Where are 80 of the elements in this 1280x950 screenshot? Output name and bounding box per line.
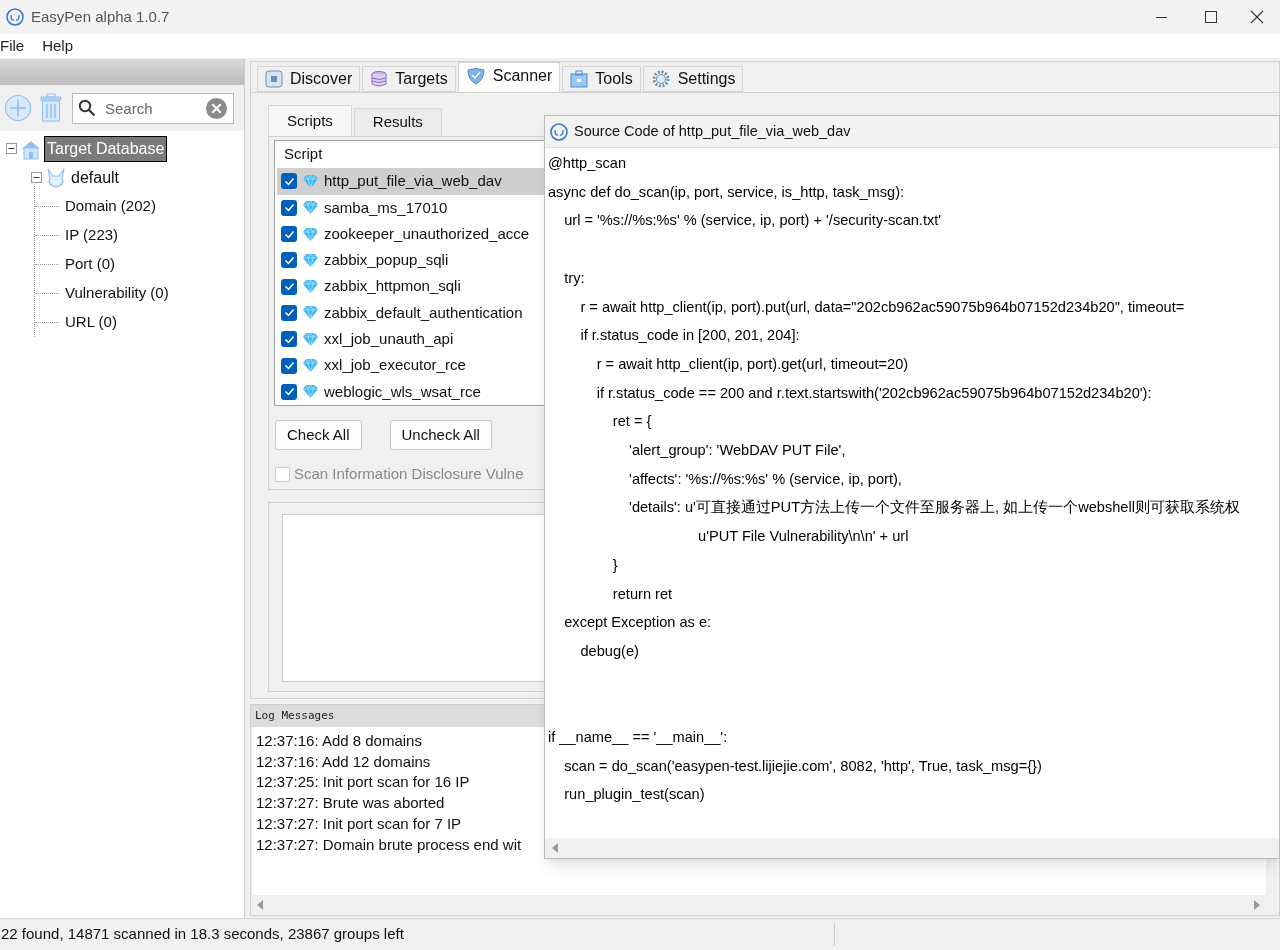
script-name: zookeeper_unauthorized_acce (324, 223, 530, 244)
script-name: http_put_file_via_web_dav (324, 171, 502, 192)
tree-item[interactable]: Port (0) (63, 253, 117, 276)
check-icon (283, 307, 295, 319)
app-logo-icon (549, 121, 569, 142)
action-button[interactable]: Uncheck All (389, 420, 492, 450)
search-icon (78, 98, 96, 117)
script-name: xxl_job_executor_rce (324, 355, 466, 376)
tab[interactable]: Settings (642, 66, 744, 92)
status-text: 22 found, 14871 scanned in 18.3 seconds, 23867 groups left (0, 923, 835, 946)
window-title: EasyPen alpha 1.0.7 (31, 6, 170, 27)
check-icon (283, 386, 295, 398)
check-icon (283, 333, 295, 345)
check-icon (283, 175, 295, 187)
gem-icon (302, 173, 319, 189)
log-line: 12:37:25: Init port scan for 16 IP (256, 772, 470, 793)
tree-item[interactable]: IP (223) (63, 224, 121, 247)
tab[interactable]: Tools (562, 66, 641, 92)
check-icon (283, 281, 295, 293)
checkbox[interactable] (281, 226, 297, 243)
checkbox-label: Scan Information Disclosure Vulne (294, 464, 524, 484)
checkbox[interactable] (281, 199, 297, 216)
collapse-icon[interactable] (31, 172, 42, 183)
checkbox[interactable] (281, 357, 297, 374)
menu-item[interactable]: Help (42, 34, 74, 58)
script-name: xxl_job_unauth_api (324, 329, 454, 349)
log-line: 12:37:16: Add 8 domains (256, 731, 422, 751)
gem-icon (302, 279, 319, 295)
check-icon (283, 228, 295, 240)
tab[interactable]: Scripts (268, 105, 352, 136)
menu-item[interactable]: File (0, 34, 25, 58)
tab[interactable]: Scanner (457, 62, 561, 92)
checkbox[interactable] (281, 278, 297, 295)
script-name: zabbix_httpmon_sqli (324, 276, 461, 297)
square-icon (265, 70, 283, 88)
animal-head-icon (45, 166, 67, 189)
check-icon (283, 360, 295, 372)
toolbox-icon (570, 70, 589, 88)
gear-icon (650, 69, 671, 89)
checkbox[interactable] (281, 252, 297, 269)
script-name: samba_ms_17010 (324, 197, 448, 218)
gem-icon (302, 384, 319, 400)
checkbox[interactable] (281, 173, 297, 190)
gem-icon (302, 305, 319, 321)
tab[interactable]: Targets (362, 66, 456, 92)
checkbox[interactable] (281, 383, 297, 400)
gem-icon (302, 331, 319, 347)
check-icon (283, 202, 295, 214)
check-icon (283, 254, 295, 266)
checkbox[interactable] (281, 304, 297, 321)
clear-icon[interactable] (206, 97, 227, 119)
script-name: zabbix_popup_sqli (324, 250, 449, 271)
log-line: 12:37:27: Domain brute process end wit (256, 834, 522, 855)
tree-item[interactable]: URL (0) (63, 311, 119, 334)
checkbox[interactable] (275, 466, 290, 482)
list-row[interactable]: http_put_file_via_web_dav (277, 168, 545, 195)
action-button[interactable]: Check All (275, 420, 362, 450)
tree-item[interactable]: default (69, 165, 122, 190)
tree-item[interactable]: Vulnerability (0) (63, 282, 171, 305)
horizontal-scrollbar[interactable] (545, 838, 1279, 858)
database-icon (370, 70, 389, 88)
log-line: 12:37:27: Brute was aborted (256, 793, 445, 814)
tree-item[interactable]: Domain (202) (63, 195, 158, 218)
collapse-icon[interactable] (6, 143, 17, 154)
script-name: weblogic_wls_wsat_rce (324, 381, 481, 402)
tab[interactable]: Discover (257, 66, 361, 92)
shield-icon (465, 66, 486, 85)
search-field[interactable]: Search (72, 92, 234, 124)
checkbox[interactable] (281, 331, 297, 348)
tree-item[interactable]: Target Database (44, 135, 168, 162)
log-line: 12:37:27: Init port scan for 7 IP (256, 813, 462, 834)
script-name: zabbix_default_authentication (324, 302, 523, 323)
tab[interactable]: Results (353, 108, 442, 136)
gem-icon (302, 358, 319, 374)
gem-icon (302, 226, 319, 242)
gem-icon (302, 252, 319, 268)
dialog-title: Source Code of http_put_file_via_web_dav (574, 121, 851, 141)
app-logo-icon (5, 7, 25, 27)
log-line: 12:37:16: Add 12 domains (256, 751, 431, 772)
gem-icon (302, 200, 319, 216)
